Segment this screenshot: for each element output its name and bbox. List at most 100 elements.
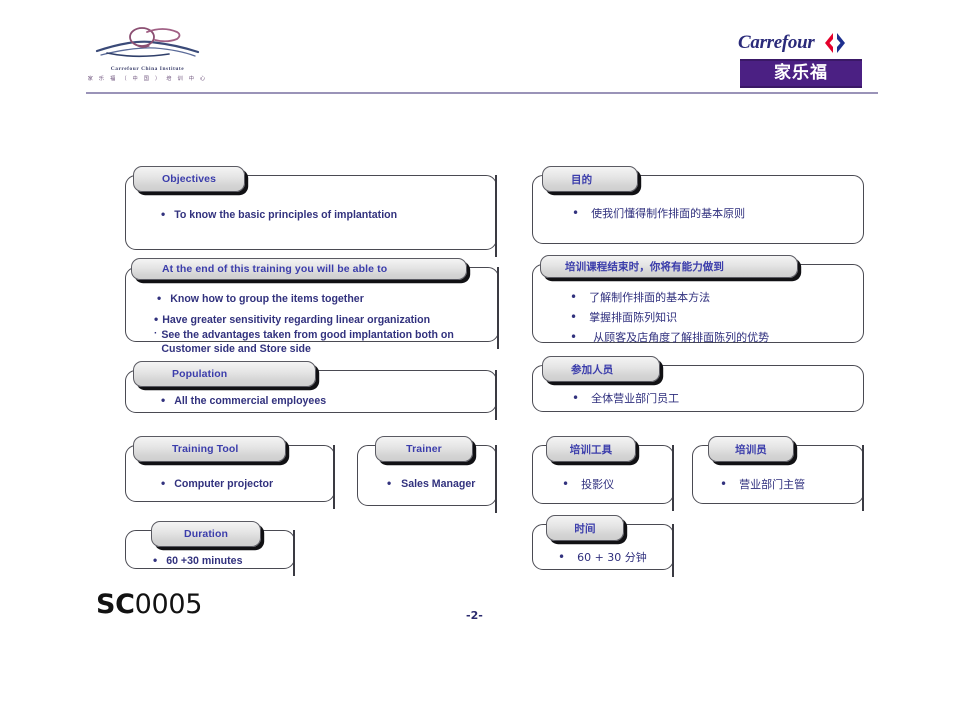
list-item-text: 从顾客及店角度了解排面陈列的优势: [593, 330, 770, 344]
list-item: • Computer projector: [161, 476, 323, 491]
panel-training-tool: Training Tool • Computer projector: [125, 436, 335, 509]
panel-tab-objectives-cn[interactable]: 目的: [542, 166, 638, 192]
panel-tab-able-to[interactable]: At the end of this training you will be …: [131, 258, 467, 280]
list-item: • 全体营业部门员工: [572, 391, 844, 407]
slide-canvas: Carrefour China Institute 家 乐 福 （ 中 国 ） …: [0, 0, 960, 720]
list-item: • Sales Manager: [387, 476, 487, 491]
panel-content: • To know the basic principles of implan…: [125, 207, 497, 222]
bullet-icon: •: [570, 309, 578, 324]
panel-content: • Computer projector: [125, 476, 335, 491]
bullet-icon: •: [153, 553, 158, 567]
panel-objectives-cn: 目的 • 使我们懂得制作排面的基本原则: [532, 166, 864, 244]
document-code-number: 0005: [134, 589, 203, 620]
panel-tab-population-cn[interactable]: 参加人员: [542, 356, 660, 382]
carrefour-wordmark-text: Carrefour: [738, 32, 815, 53]
panel-tab-label: Objectives: [161, 173, 217, 185]
list-item: • Have greater sensitivity regarding lin…: [154, 312, 489, 327]
list-item-text: See the advantages taken from good impla…: [161, 328, 454, 355]
panel-population-cn: 参加人员 • 全体营业部门员工: [532, 356, 864, 412]
bullet-icon: •: [161, 207, 166, 221]
panel-content: • All the commercial employees: [125, 393, 497, 408]
panel-tab-trainer[interactable]: Trainer: [375, 436, 473, 462]
panel-tab-objectives[interactable]: Objectives: [133, 166, 245, 192]
bullet-icon: •: [387, 476, 392, 490]
list-item-text: All the commercial employees: [174, 395, 327, 407]
panel-content: • 投影仪: [532, 477, 674, 493]
institute-name-cn: 家 乐 福 （ 中 国 ） 培 训 中 心: [87, 76, 208, 82]
list-item-text: 60 + 30 分钟: [577, 551, 647, 564]
panel-tab-label: At the end of this training you will be …: [162, 263, 388, 275]
panel-tab-label: Trainer: [406, 443, 442, 455]
panel-duration: Duration • 60 +30 minutes: [125, 521, 295, 576]
carrefour-china-institute-logo: Carrefour China Institute 家 乐 福 （ 中 国 ） …: [85, 24, 210, 86]
list-item: • All the commercial employees: [161, 393, 471, 408]
panel-tab-duration[interactable]: Duration: [151, 521, 261, 547]
list-item: • 60 + 30 分钟: [558, 550, 664, 566]
list-item: • 掌握排面陈列知识: [570, 309, 848, 326]
list-item-text: 投影仪: [581, 478, 615, 491]
panel-trainer: Trainer • Sales Manager: [357, 436, 497, 513]
list-item-text: 使我们懂得制作排面的基本原则: [591, 207, 746, 220]
panel-content: • 营业部门主管: [692, 477, 864, 493]
panel-content: • Sales Manager: [357, 476, 497, 491]
panel-trainer-cn: 培训员 • 营业部门主管: [692, 436, 864, 511]
panel-population: Population • All the commercial employee…: [125, 361, 497, 420]
panel-tab-training-tool-cn[interactable]: 培训工具: [546, 436, 636, 462]
list-item-text: To know the basic principles of implanta…: [174, 209, 398, 221]
panel-content: • 全体营业部门员工: [532, 391, 864, 407]
bullet-icon: ·: [154, 327, 158, 339]
panel-tab-able-to-cn[interactable]: 培训课程结束时，你将有能力做到: [540, 255, 798, 278]
panel-tab-label: 培训工具: [569, 443, 613, 456]
list-item: • 了解制作排面的基本方法: [570, 290, 848, 306]
bullet-icon: •: [720, 477, 728, 491]
carrefour-wordmark: Carrefour: [738, 32, 850, 54]
hand-holding-seedling-icon: [95, 27, 200, 58]
panel-tab-label: 参加人员: [571, 363, 614, 376]
document-code-prefix: SC: [96, 589, 135, 620]
list-item-text: Know how to group the items together: [170, 293, 364, 305]
carrefour-chinese-name: 家乐福: [774, 63, 828, 83]
document-code: SC0005: [96, 589, 202, 620]
panel-tab-population[interactable]: Population: [133, 361, 316, 387]
list-item-text: Have greater sensitivity regarding linea…: [162, 314, 431, 327]
bullet-icon: •: [570, 329, 578, 344]
bullet-icon: •: [154, 312, 159, 327]
list-item: • 投影仪: [562, 477, 664, 493]
panel-content: • 了解制作排面的基本方法 • 掌握排面陈列知识 • 从顾客及店角度了解排面陈列…: [532, 290, 864, 346]
bullet-icon: •: [558, 550, 566, 564]
panel-tab-label: 时间: [574, 522, 596, 535]
bullet-icon: •: [572, 391, 580, 405]
panel-content: • 使我们懂得制作排面的基本原则: [532, 206, 864, 222]
list-item-text: 60 +30 minutes: [166, 555, 243, 567]
list-item-text: 营业部门主管: [739, 478, 806, 491]
panel-tab-duration-cn[interactable]: 时间: [546, 515, 624, 541]
list-item-text: 全体营业部门员工: [591, 392, 680, 405]
panel-content: • 60 +30 minutes: [125, 553, 295, 568]
bullet-icon: •: [161, 393, 166, 407]
list-item-text: 了解制作排面的基本方法: [589, 291, 711, 304]
list-item: · See the advantages taken from good imp…: [154, 328, 489, 357]
panel-objectives: Objectives • To know the basic principle…: [125, 166, 497, 257]
panel-tab-label: Training Tool: [172, 443, 239, 455]
bullet-icon: •: [161, 476, 166, 490]
page-number: -2-: [466, 609, 483, 622]
panel-tab-label: Duration: [184, 528, 228, 540]
bullet-icon: •: [562, 477, 570, 491]
bullet-icon: •: [570, 290, 578, 304]
panel-duration-cn: 时间 • 60 + 30 分钟: [532, 515, 674, 577]
panel-tab-trainer-cn[interactable]: 培训员: [708, 436, 794, 462]
carrefour-chinese-band: 家乐福: [740, 59, 862, 88]
panel-content: • Know how to group the items together •…: [125, 291, 499, 357]
bullet-icon: •: [157, 291, 162, 305]
panel-tab-label: Population: [172, 368, 228, 380]
panel-tab-label: 培训课程结束时，你将有能力做到: [565, 261, 724, 273]
panel-training-tool-cn: 培训工具 • 投影仪: [532, 436, 674, 511]
list-item: • 使我们懂得制作排面的基本原则: [572, 206, 844, 222]
panel-tab-training-tool[interactable]: Training Tool: [133, 436, 286, 462]
panel-tab-label: 培训员: [735, 443, 767, 456]
bullet-icon: •: [572, 206, 580, 220]
institute-name-en: Carrefour China Institute: [110, 66, 185, 72]
header-divider: [86, 92, 878, 94]
list-item: • To know the basic principles of implan…: [161, 207, 471, 222]
carrefour-chevron-icon: [825, 33, 846, 53]
